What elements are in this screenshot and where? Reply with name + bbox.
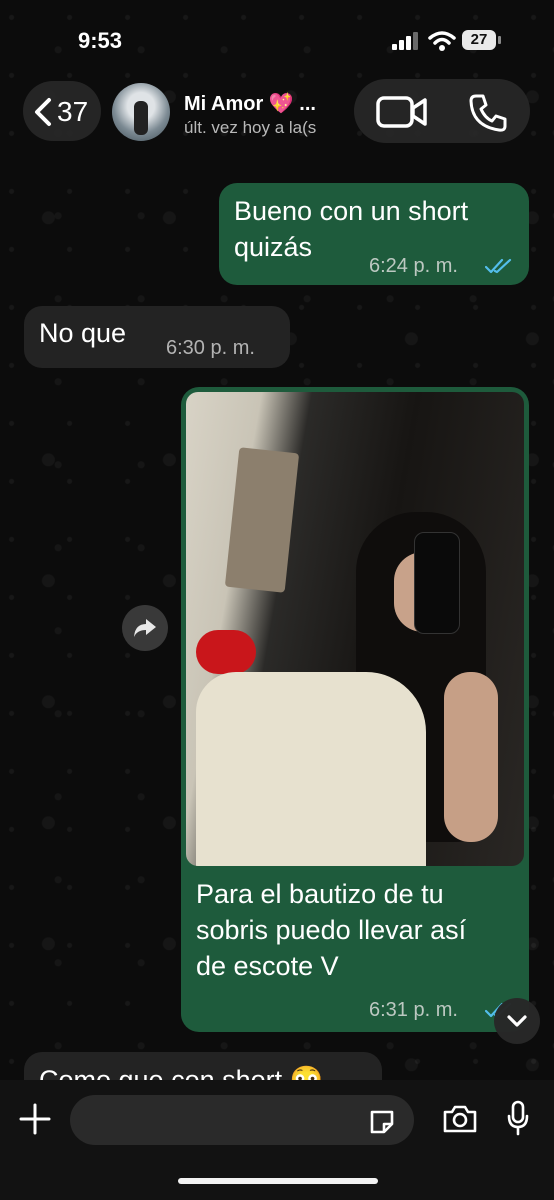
scroll-to-bottom-button[interactable] xyxy=(494,998,540,1044)
avatar[interactable] xyxy=(112,83,170,141)
unread-count: 37 xyxy=(57,96,89,127)
battery-icon: 27 xyxy=(462,30,502,52)
cellular-signal-icon xyxy=(392,32,420,55)
message-text-line: quizás xyxy=(234,232,313,262)
status-time: 9:53 xyxy=(78,28,123,53)
wifi-icon xyxy=(428,30,456,57)
back-button[interactable]: 37 xyxy=(23,81,101,141)
status-bar: 9:53 27 xyxy=(0,0,554,76)
message-text: No que xyxy=(39,318,127,348)
home-indicator xyxy=(178,1178,378,1184)
chat-header: 37 Mi Amor 💖 ... últ. vez hoy a la(s xyxy=(0,76,554,158)
plus-icon[interactable] xyxy=(18,1102,52,1136)
image-caption-line: de escote V xyxy=(196,951,339,981)
message-timestamp: 6:24 p. m. xyxy=(369,255,458,277)
camera-icon[interactable] xyxy=(442,1104,478,1139)
phone-call-icon[interactable] xyxy=(468,93,508,138)
call-actions xyxy=(354,79,530,143)
video-call-icon[interactable] xyxy=(376,95,428,134)
image-message-outgoing[interactable]: Para el bautizo de tu sobris puedo lleva… xyxy=(181,387,529,1032)
contact-last-seen: últ. vez hoy a la(s xyxy=(184,118,317,137)
message-timestamp: 6:31 p. m. xyxy=(369,999,458,1021)
contact-info[interactable]: Mi Amor 💖 ... últ. vez hoy a la(s xyxy=(110,81,348,141)
microphone-icon[interactable] xyxy=(506,1100,530,1141)
message-input-bar xyxy=(0,1080,554,1200)
message-bubble-incoming[interactable]: No que 6:30 p. m. xyxy=(24,306,290,368)
forward-button[interactable] xyxy=(122,605,168,651)
message-bubble-outgoing[interactable]: Bueno con un short quizás 6:24 p. m. xyxy=(219,183,529,285)
image-caption-line: sobris puedo llevar así xyxy=(196,915,467,945)
read-receipt-icon xyxy=(484,257,515,280)
message-input[interactable] xyxy=(70,1095,414,1145)
sticker-icon[interactable] xyxy=(368,1108,396,1141)
image-caption-line: Para el bautizo de tu xyxy=(196,879,444,909)
battery-level: 27 xyxy=(470,31,488,48)
message-text-line: Bueno con un short xyxy=(234,196,469,226)
contact-name: Mi Amor 💖 ... xyxy=(184,93,316,115)
message-timestamp: 6:30 p. m. xyxy=(166,337,255,359)
message-photo[interactable] xyxy=(186,392,524,866)
chevron-left-icon xyxy=(33,97,53,132)
